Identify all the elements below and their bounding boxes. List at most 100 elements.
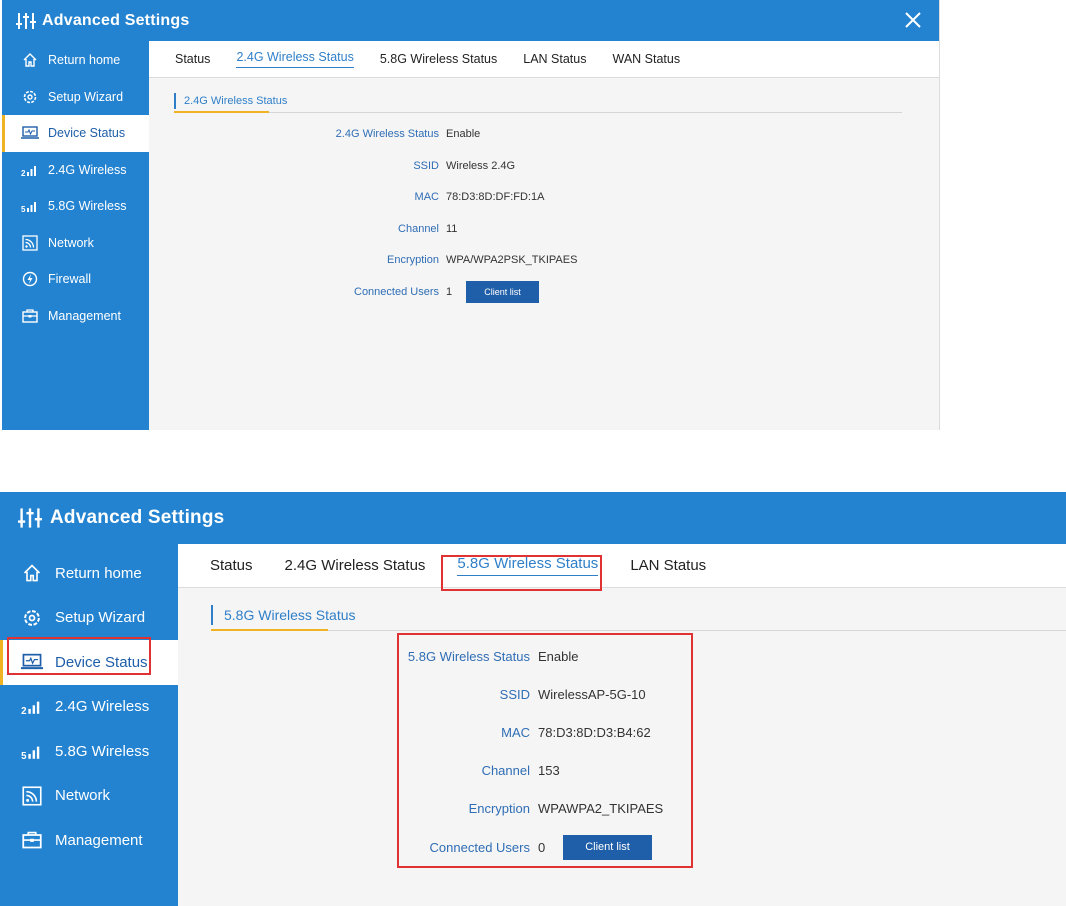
tab-2g-wireless-status[interactable]: 2.4G Wireless Status [285, 557, 426, 574]
field-value: WPA/WPA2PSK_TKIPAES [446, 254, 578, 266]
field-value: 1 [446, 285, 453, 298]
section-divider-accent [174, 111, 269, 113]
sidebar-item-label: 5.8G Wireless [55, 742, 150, 760]
field-row-connected-users: Connected Users 1 Client list [149, 280, 539, 303]
field-row-channel: Channel 11 [149, 220, 457, 238]
section-header-bar [174, 93, 176, 109]
field-value: Wireless 2.4G [446, 159, 516, 172]
settings-sliders-icon [18, 507, 42, 529]
signal-2g-icon: 2 [20, 163, 40, 177]
section-header-bar [211, 605, 213, 625]
settings-sliders-icon [16, 12, 36, 30]
field-row-ssid: SSID Wireless 2.4G [149, 157, 515, 175]
top-sidebar: Return home Setup Wizard Device Status 2… [2, 41, 149, 430]
sidebar-item-management[interactable]: Management [2, 298, 149, 335]
sidebar-item-label: Return home [48, 53, 121, 68]
field-label: Connected Users [354, 285, 439, 298]
home-icon [20, 563, 44, 583]
sidebar-item-label: Network [48, 235, 94, 250]
sidebar-item-label: Firewall [48, 272, 92, 287]
field-label: Encryption [387, 254, 439, 266]
bottom-tab-bar: Status 2.4G Wireless Status 5.8G Wireles… [178, 544, 1066, 588]
tab-status[interactable]: Status [210, 557, 253, 574]
highlight-device-status-box [7, 637, 151, 675]
field-label: MAC [414, 191, 439, 203]
section-divider [174, 112, 902, 113]
tab-2g-wireless-status[interactable]: 2.4G Wireless Status [236, 50, 354, 68]
sidebar-item-management[interactable]: Management [0, 818, 178, 863]
field-label: 2.4G Wireless Status [335, 128, 439, 140]
top-content: Status 2.4G Wireless Status 5.8G Wireles… [149, 41, 939, 430]
bottom-sidebar: Return home Setup Wizard Device Status 2… [0, 544, 178, 906]
sidebar-item-firewall[interactable]: Firewall [2, 261, 149, 298]
gear-icon [20, 608, 44, 628]
sidebar-item-label: Device Status [48, 126, 126, 141]
sidebar-item-setup-wizard[interactable]: Setup Wizard [0, 596, 178, 641]
gear-icon [20, 89, 40, 105]
tab-5g-wireless-status[interactable]: 5.8G Wireless Status [380, 52, 497, 66]
section-divider-accent [211, 629, 328, 631]
svg-text:2: 2 [21, 169, 26, 177]
field-value: 11 [446, 222, 458, 235]
monitor-icon [20, 125, 40, 141]
field-row-encryption: Encryption WPA/WPA2PSK_TKIPAES [149, 251, 577, 269]
rss-icon [20, 235, 40, 251]
sidebar-item-network[interactable]: Network [0, 774, 178, 819]
sidebar-item-label: Setup Wizard [48, 89, 124, 104]
home-icon [20, 52, 40, 68]
sidebar-item-network[interactable]: Network [2, 225, 149, 262]
rss-icon [20, 786, 44, 806]
field-value: 78:D3:8D:DF:FD:1A [446, 191, 545, 203]
svg-text:5: 5 [21, 751, 27, 760]
highlight-fields-box [397, 633, 693, 868]
sidebar-item-label: Management [48, 308, 121, 323]
sidebar-item-2g-wireless[interactable]: 2 2.4G Wireless [2, 152, 149, 189]
signal-5g-icon: 5 [20, 199, 40, 213]
signal-5g-icon: 5 [20, 743, 44, 760]
close-icon[interactable] [905, 12, 921, 33]
field-value: Enable [446, 128, 481, 140]
section-header: 5.8G Wireless Status [211, 605, 356, 625]
sidebar-item-label: 2.4G Wireless [55, 698, 150, 716]
bottom-title-bar: Advanced Settings [0, 492, 1066, 544]
sidebar-item-label: Network [55, 787, 111, 805]
bottom-panel: Advanced Settings Return home Setup Wiza… [0, 492, 1066, 906]
svg-text:2: 2 [21, 706, 27, 715]
sidebar-item-label: 5.8G Wireless [48, 199, 127, 214]
shield-icon [20, 271, 40, 287]
tab-status[interactable]: Status [175, 52, 210, 66]
section-title: 2.4G Wireless Status [184, 95, 288, 107]
tab-lan-status[interactable]: LAN Status [630, 557, 706, 574]
field-row-wireless-status: 2.4G Wireless Status Enable [149, 125, 481, 143]
toolbox-icon [20, 830, 44, 850]
sidebar-item-return-home[interactable]: Return home [2, 42, 149, 79]
sidebar-item-label: Management [55, 831, 143, 849]
section-title: 5.8G Wireless Status [224, 607, 356, 623]
toolbox-icon [20, 308, 40, 324]
field-label: Channel [398, 222, 439, 235]
section-divider [211, 630, 1066, 631]
sidebar-item-5g-wireless[interactable]: 5 5.8G Wireless [0, 729, 178, 774]
field-label: SSID [413, 159, 439, 172]
tab-wan-status[interactable]: WAN Status [612, 52, 680, 66]
section-header: 2.4G Wireless Status [174, 93, 287, 109]
sidebar-item-label: Setup Wizard [55, 609, 146, 627]
bottom-window-title: Advanced Settings [50, 507, 225, 528]
signal-2g-icon: 2 [20, 698, 44, 715]
top-window-title: Advanced Settings [42, 11, 190, 29]
svg-text:5: 5 [21, 205, 26, 213]
sidebar-item-return-home[interactable]: Return home [0, 551, 178, 596]
sidebar-item-device-status[interactable]: Device Status [2, 115, 149, 152]
tab-lan-status[interactable]: LAN Status [523, 52, 586, 66]
sidebar-item-label: Return home [55, 564, 142, 582]
top-panel: Advanced Settings Return home Setup Wiza… [2, 0, 940, 430]
field-row-mac: MAC 78:D3:8D:DF:FD:1A [149, 188, 545, 206]
client-list-button[interactable]: Client list [466, 280, 539, 303]
top-tab-bar: Status 2.4G Wireless Status 5.8G Wireles… [149, 41, 939, 78]
sidebar-item-5g-wireless[interactable]: 5 5.8G Wireless [2, 188, 149, 225]
sidebar-item-setup-wizard[interactable]: Setup Wizard [2, 79, 149, 116]
sidebar-item-label: 2.4G Wireless [48, 162, 127, 177]
top-title-bar: Advanced Settings [2, 0, 939, 41]
sidebar-item-2g-wireless[interactable]: 2 2.4G Wireless [0, 685, 178, 730]
highlight-tab-box [441, 555, 602, 591]
